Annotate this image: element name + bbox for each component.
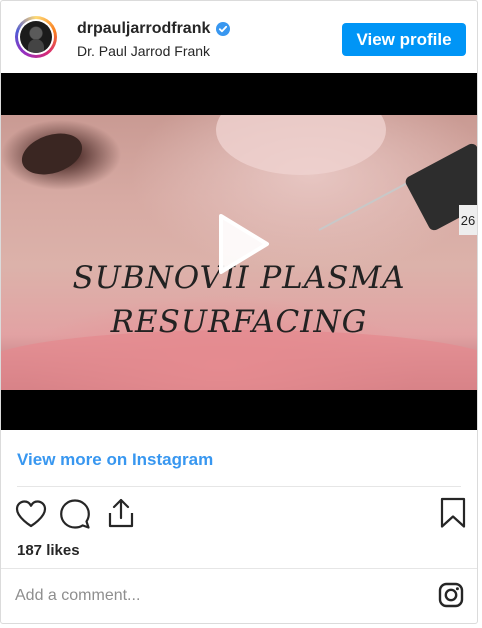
add-comment-input[interactable]: Add a comment... (15, 587, 140, 605)
bookmark-icon[interactable] (440, 497, 466, 529)
nostril-shape (16, 126, 88, 182)
avatar-image (20, 21, 52, 53)
play-icon[interactable] (203, 208, 275, 280)
full-name: Dr. Paul Jarrod Frank (77, 43, 211, 59)
video-player[interactable]: 26 SUBNOVII PLASMA RESURFACING pfrank (1, 73, 477, 430)
username[interactable]: drpauljarrodfrank (77, 20, 210, 38)
heart-icon[interactable] (15, 499, 47, 529)
divider (1, 568, 477, 569)
likes-count[interactable]: 187 likes (17, 542, 80, 559)
instagram-logo-icon[interactable] (438, 582, 464, 608)
divider (17, 486, 461, 487)
comment-icon[interactable] (59, 498, 91, 530)
syringe-label: 26 (459, 205, 477, 235)
view-profile-button[interactable]: View profile (342, 23, 466, 56)
instagram-embed-card: drpauljarrodfrank Dr. Paul Jarrod Frank … (0, 0, 478, 624)
verified-badge-icon (216, 22, 231, 36)
avatar[interactable] (15, 16, 57, 58)
post-actions (1, 492, 477, 532)
share-icon[interactable] (106, 497, 136, 529)
view-more-link[interactable]: View more on Instagram (17, 450, 213, 470)
video-title-line-2: RESURFACING (110, 304, 368, 340)
post-header: drpauljarrodfrank Dr. Paul Jarrod Frank … (1, 1, 477, 73)
